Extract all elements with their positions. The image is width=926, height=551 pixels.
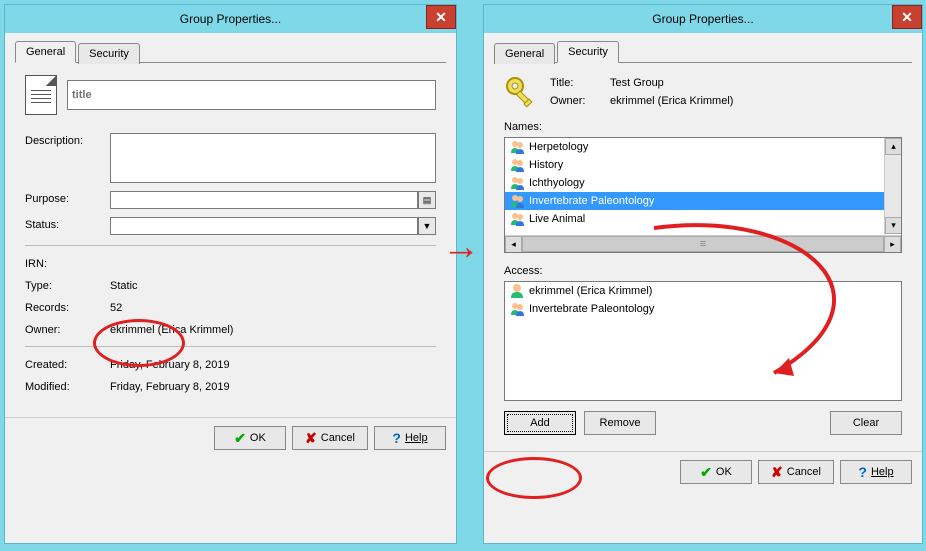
label-irn: IRN: <box>25 256 110 270</box>
label-purpose: Purpose: <box>25 191 110 205</box>
close-icon: ✕ <box>435 9 447 26</box>
remove-button[interactable]: Remove <box>584 411 656 435</box>
key-icon <box>504 75 540 111</box>
group-icon <box>509 139 525 155</box>
value-type: Static <box>110 278 436 292</box>
cancel-button[interactable]: ✘Cancel <box>292 426 368 450</box>
label-owner: Owner: <box>550 93 610 107</box>
tabpanel-security: Title:Test Group Owner:ekrimmel (Erica K… <box>494 63 912 443</box>
cancel-button[interactable]: ✘Cancel <box>758 460 834 484</box>
client-area: General Security Title:Test Group Owner:… <box>484 33 922 451</box>
close-button[interactable]: ✕ <box>892 5 922 29</box>
label-names: Names: <box>504 119 902 133</box>
label-type: Type: <box>25 278 110 292</box>
annotation-arrow-right: → <box>442 226 480 269</box>
help-icon: ? <box>858 464 867 480</box>
label-owner: Owner: <box>25 322 110 336</box>
left-window: Group Properties... ✕ General Security D… <box>4 4 457 544</box>
scroll-left-button[interactable]: ◂ <box>505 236 522 253</box>
group-icon <box>509 301 525 317</box>
window-title: Group Properties... <box>180 12 281 26</box>
ok-button[interactable]: ✔OK <box>214 426 286 450</box>
value-irn <box>110 256 436 258</box>
lookup-icon: ▤ <box>423 195 432 206</box>
purpose-input[interactable] <box>110 191 418 209</box>
purpose-combo[interactable]: ▤ <box>110 191 436 209</box>
status-combo[interactable]: ▼ <box>110 217 436 235</box>
group-icon <box>509 175 525 191</box>
check-icon: ✔ <box>234 430 246 447</box>
value-records: 52 <box>110 300 436 314</box>
label-records: Records: <box>25 300 110 314</box>
scroll-thumb[interactable]: ≡ <box>522 236 884 252</box>
list-item[interactable]: Live Animal <box>505 210 901 228</box>
grip-icon: ≡ <box>700 238 706 250</box>
help-icon: ? <box>392 430 401 446</box>
tabpanel-general: Description: Purpose: ▤ Status: ▼ IRN: T… <box>15 63 446 409</box>
tab-general[interactable]: General <box>15 41 76 63</box>
scroll-down-button[interactable]: ▾ <box>885 217 902 234</box>
group-icon <box>509 193 525 209</box>
right-window: Group Properties... ✕ General Security <box>483 4 923 544</box>
cross-icon: ✘ <box>771 464 783 481</box>
label-status: Status: <box>25 217 110 231</box>
document-icon <box>25 75 57 115</box>
list-item[interactable]: ekrimmel (Erica Krimmel) <box>505 282 901 300</box>
label-created: Created: <box>25 357 110 371</box>
value-created: Friday, February 8, 2019 <box>110 357 436 371</box>
label-title: Title: <box>550 75 610 89</box>
description-input[interactable] <box>110 133 436 183</box>
tab-security[interactable]: Security <box>557 41 619 63</box>
user-icon <box>509 283 525 299</box>
separator <box>25 245 436 246</box>
list-item[interactable]: Invertebrate Paleontology <box>505 300 901 318</box>
label-modified: Modified: <box>25 379 110 393</box>
footer-buttons: ✔OK ✘Cancel ?Help <box>484 451 922 494</box>
scrollbar-vertical[interactable]: ▴ ▾ <box>884 138 901 234</box>
tab-general[interactable]: General <box>494 43 555 64</box>
tabstrip: General Security <box>494 41 912 63</box>
footer-buttons: ✔OK ✘Cancel ?Help <box>5 417 456 460</box>
help-button[interactable]: ?Help <box>840 460 912 484</box>
group-icon <box>509 211 525 227</box>
value-owner: ekrimmel (Erica Krimmel) <box>610 93 902 107</box>
close-icon: ✕ <box>901 9 913 26</box>
client-area: General Security Description: Purpose: ▤ <box>5 33 456 417</box>
label-description: Description: <box>25 133 110 147</box>
scroll-up-button[interactable]: ▴ <box>885 138 902 155</box>
titlebar[interactable]: Group Properties... ✕ <box>5 5 456 33</box>
access-listbox[interactable]: ekrimmel (Erica Krimmel) Invertebrate Pa… <box>504 281 902 401</box>
value-modified: Friday, February 8, 2019 <box>110 379 436 393</box>
list-item[interactable]: Ichthyology <box>505 174 901 192</box>
scroll-right-button[interactable]: ▸ <box>884 236 901 253</box>
list-item[interactable]: Herpetology <box>505 138 901 156</box>
label-access: Access: <box>504 263 902 277</box>
names-listbox[interactable]: Herpetology History Ichthyology Inverteb… <box>504 137 902 253</box>
tab-security[interactable]: Security <box>78 43 140 64</box>
titlebar[interactable]: Group Properties... ✕ <box>484 5 922 33</box>
status-dropdown-button[interactable]: ▼ <box>418 217 436 235</box>
cross-icon: ✘ <box>305 430 317 447</box>
group-icon <box>509 157 525 173</box>
list-item[interactable]: Invertebrate Paleontology <box>505 192 901 210</box>
help-button[interactable]: ?Help <box>374 426 446 450</box>
separator <box>25 346 436 347</box>
close-button[interactable]: ✕ <box>426 5 456 29</box>
value-owner: ekrimmel (Erica Krimmel) <box>110 322 436 336</box>
add-button[interactable]: Add <box>504 411 576 435</box>
list-item[interactable]: History <box>505 156 901 174</box>
clear-button[interactable]: Clear <box>830 411 902 435</box>
status-input[interactable] <box>110 217 418 235</box>
window-title: Group Properties... <box>652 12 753 26</box>
value-title: Test Group <box>610 75 902 89</box>
check-icon: ✔ <box>700 464 712 481</box>
tabstrip: General Security <box>15 41 446 63</box>
ok-button[interactable]: ✔OK <box>680 460 752 484</box>
title-input[interactable] <box>67 80 436 110</box>
scrollbar-horizontal[interactable]: ◂ ≡ ▸ <box>505 235 901 252</box>
chevron-down-icon: ▼ <box>423 221 432 231</box>
purpose-lookup-button[interactable]: ▤ <box>418 191 436 209</box>
